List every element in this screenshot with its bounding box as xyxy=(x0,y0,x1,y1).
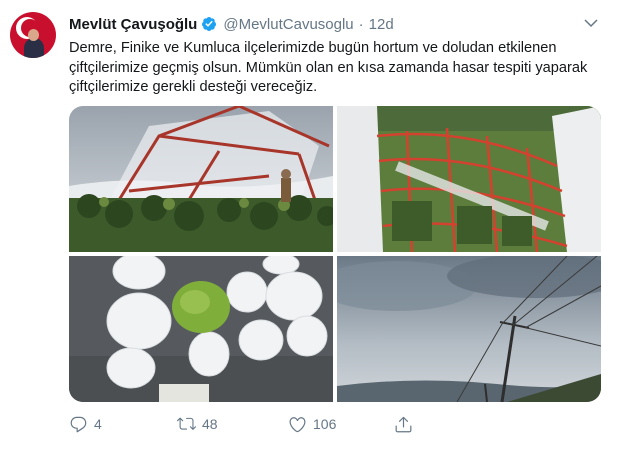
avatar-person xyxy=(24,38,44,58)
avatar[interactable] xyxy=(10,12,56,58)
header-separator: · xyxy=(358,15,364,33)
reply-count: 4 xyxy=(94,416,102,432)
chevron-down-icon[interactable] xyxy=(582,14,600,32)
like-count: 106 xyxy=(313,416,337,432)
tweet-header: Mevlüt Çavuşoğlu @MevlutCavusoglu · 12d xyxy=(69,14,394,34)
share-button[interactable] xyxy=(394,415,419,434)
retweet-icon xyxy=(177,417,196,430)
photo-hailstones[interactable] xyxy=(69,256,333,402)
tweet-timestamp[interactable]: 12d xyxy=(369,16,394,33)
photo-greenhouse-rows[interactable] xyxy=(337,106,601,252)
media-grid xyxy=(69,106,601,402)
reply-icon xyxy=(70,416,87,432)
retweet-count: 48 xyxy=(202,416,218,432)
author-name[interactable]: Mevlüt Çavuşoğlu xyxy=(69,16,197,33)
photo-greenhouse-frame[interactable] xyxy=(69,106,333,252)
author-handle[interactable]: @MevlutCavusoglu xyxy=(223,16,353,33)
like-button[interactable]: 106 xyxy=(288,415,336,434)
avatar-face xyxy=(28,29,39,41)
retweet-button[interactable]: 48 xyxy=(177,415,218,434)
verified-badge-icon xyxy=(202,17,217,31)
reply-button[interactable]: 4 xyxy=(69,415,102,434)
share-icon xyxy=(395,416,412,432)
tweet-text: Demre, Finike ve Kumluca ilçelerimizde b… xyxy=(69,40,588,95)
heart-icon xyxy=(289,416,306,432)
photo-power-pole[interactable] xyxy=(337,256,601,402)
